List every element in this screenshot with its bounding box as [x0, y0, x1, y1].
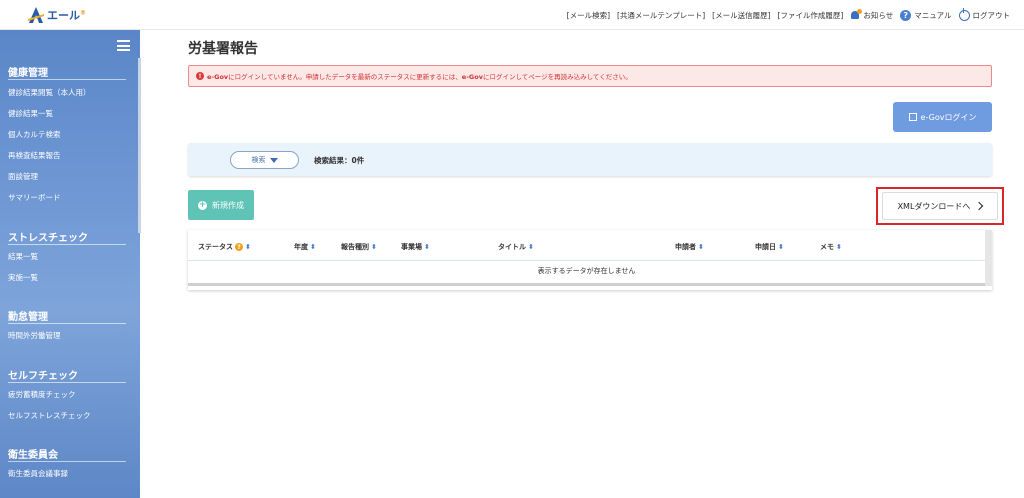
sidebar: 健康管理 健診結果閲覧（本人用） 健診結果一覧 個人カルテ検索 再検査結果報告 …	[0, 30, 141, 498]
plus-icon: +	[198, 199, 207, 210]
sort-icon: ⬍	[245, 243, 251, 251]
mail-history-link[interactable]: [メール送信履歴]	[712, 10, 770, 21]
sidebar-item-overtime[interactable]: 時間外労働管理	[8, 330, 61, 341]
divider	[8, 323, 126, 324]
table-vertical-scrollbar[interactable]	[985, 230, 992, 286]
exclamation-icon: !	[196, 72, 204, 80]
alert-text: e-Govにログインしていません。申請したデータを最新のステータスに更新するには…	[207, 73, 632, 81]
sidebar-item-exam-view-self[interactable]: 健診結果閲覧（本人用）	[8, 87, 91, 98]
column-apply-date[interactable]: 申請日 ⬍	[755, 242, 784, 252]
sort-icon: ⬍	[528, 243, 534, 251]
app-logo[interactable]: エール®	[28, 5, 86, 25]
sidebar-item-self-stress-check[interactable]: セルフストレスチェック	[8, 410, 91, 421]
column-status[interactable]: ステータス? ⬍	[198, 242, 251, 252]
new-create-button[interactable]: + 新規作成	[188, 190, 254, 220]
egov-login-button[interactable]: e-Govログイン	[893, 102, 992, 132]
notice-link[interactable]: お知らせ	[850, 8, 894, 21]
page-title: 労基署報告	[188, 41, 258, 57]
sidebar-item-committee-minutes[interactable]: 衛生委員会議事録	[8, 468, 68, 479]
notice-label: お知らせ	[863, 10, 894, 20]
report-table: ステータス? ⬍ 年度 ⬍ 報告種別 ⬍ 事業場 ⬍ タイトル ⬍ 申請者 ⬍ 申請日 ⬍ メ…	[188, 230, 992, 290]
column-applicant[interactable]: 申請者 ⬍	[675, 242, 704, 252]
xml-download-highlight: XMLダウンロードへ	[876, 187, 1004, 225]
sidebar-item-fatigue-check[interactable]: 疲労蓄積度チェック	[8, 389, 76, 400]
sidebar-item-exam-list[interactable]: 健診結果一覧	[8, 108, 53, 119]
sidebar-item-summary-board[interactable]: サマリーボード	[8, 192, 61, 203]
empty-message: 表示するデータが存在しません	[537, 267, 636, 275]
hamburger-menu-icon[interactable]	[117, 40, 130, 51]
search-toggle-label: 検索	[251, 156, 266, 164]
logout-link[interactable]: ログアウト	[958, 7, 1011, 21]
column-title[interactable]: タイトル ⬍	[498, 242, 534, 252]
result-count: 検索結果：0件	[314, 156, 365, 165]
sort-icon: ⬍	[371, 243, 377, 251]
sort-icon: ⬍	[698, 243, 704, 251]
external-link-icon	[908, 113, 917, 121]
divider	[8, 461, 126, 462]
mail-template-link[interactable]: [共通メールテンプレート]	[617, 10, 705, 21]
logout-label: ログアウト	[972, 10, 1011, 20]
egov-login-alert: ! e-Govにログインしていません。申請したデータを最新のステータスに更新する…	[188, 65, 992, 87]
search-panel: 検索 検索結果：0件	[188, 143, 992, 176]
sort-icon: ⬍	[310, 243, 316, 251]
egov-login-label: e-Govログイン	[920, 112, 977, 122]
top-nav: [メール検索] [共通メールテンプレート] [メール送信履歴] [ファイル作成履…	[567, 0, 1010, 30]
search-toggle-button[interactable]: 検索	[230, 151, 299, 169]
sidebar-section-selfcheck: セルフチェック	[8, 371, 78, 382]
power-icon	[958, 7, 970, 21]
sidebar-item-interview[interactable]: 面談管理	[8, 171, 38, 182]
divider	[8, 79, 126, 80]
divider	[8, 244, 126, 245]
logo-mark-icon	[28, 7, 44, 23]
caret-down-icon	[269, 157, 278, 163]
xml-download-button[interactable]: XMLダウンロードへ	[882, 192, 998, 220]
sidebar-section-committee: 衛生委員会	[8, 450, 58, 461]
sidebar-item-reexam-report[interactable]: 再検査結果報告	[8, 150, 61, 161]
column-workplace[interactable]: 事業場 ⬍	[401, 242, 430, 252]
bell-icon	[850, 8, 863, 21]
mail-search-link[interactable]: [メール検索]	[567, 10, 610, 21]
logo-text: エール®	[47, 9, 86, 22]
sidebar-section-health: 健康管理	[8, 68, 48, 79]
sort-icon: ⬍	[836, 243, 842, 251]
column-year[interactable]: 年度 ⬍	[294, 242, 316, 252]
manual-link[interactable]: ? マニュアル	[900, 9, 952, 21]
new-create-label: 新規作成	[212, 200, 244, 210]
table-horizontal-scrollbar[interactable]	[188, 283, 985, 286]
xml-download-label: XMLダウンロードへ	[897, 201, 971, 211]
sidebar-section-stress: ストレスチェック	[8, 233, 88, 244]
sidebar-item-stress-runs[interactable]: 実施一覧	[8, 272, 38, 283]
manual-label: マニュアル	[914, 10, 952, 20]
column-report-type[interactable]: 報告種別 ⬍	[341, 242, 377, 252]
sidebar-item-karte-search[interactable]: 個人カルテ検索	[8, 129, 61, 140]
file-history-link[interactable]: [ファイル作成履歴]	[778, 10, 844, 21]
question-icon[interactable]: ?	[235, 243, 243, 251]
divider	[8, 382, 126, 383]
chevron-right-icon	[975, 201, 984, 211]
sort-icon: ⬍	[424, 243, 430, 251]
sidebar-item-stress-results[interactable]: 結果一覧	[8, 251, 38, 262]
sidebar-section-attendance: 勤怠管理	[8, 312, 48, 323]
help-icon: ?	[900, 9, 912, 21]
column-memo[interactable]: メモ ⬍	[820, 242, 842, 252]
main-content: 労基署報告 ! e-Govにログインしていません。申請したデータを最新のステータ…	[141, 30, 1024, 498]
sort-icon: ⬍	[778, 243, 784, 251]
top-bar: エール® [メール検索] [共通メールテンプレート] [メール送信履歴] [ファ…	[0, 0, 1024, 30]
table-header: ステータス? ⬍ 年度 ⬍ 報告種別 ⬍ 事業場 ⬍ タイトル ⬍ 申請者 ⬍ 申請日 ⬍ メ…	[188, 230, 985, 261]
